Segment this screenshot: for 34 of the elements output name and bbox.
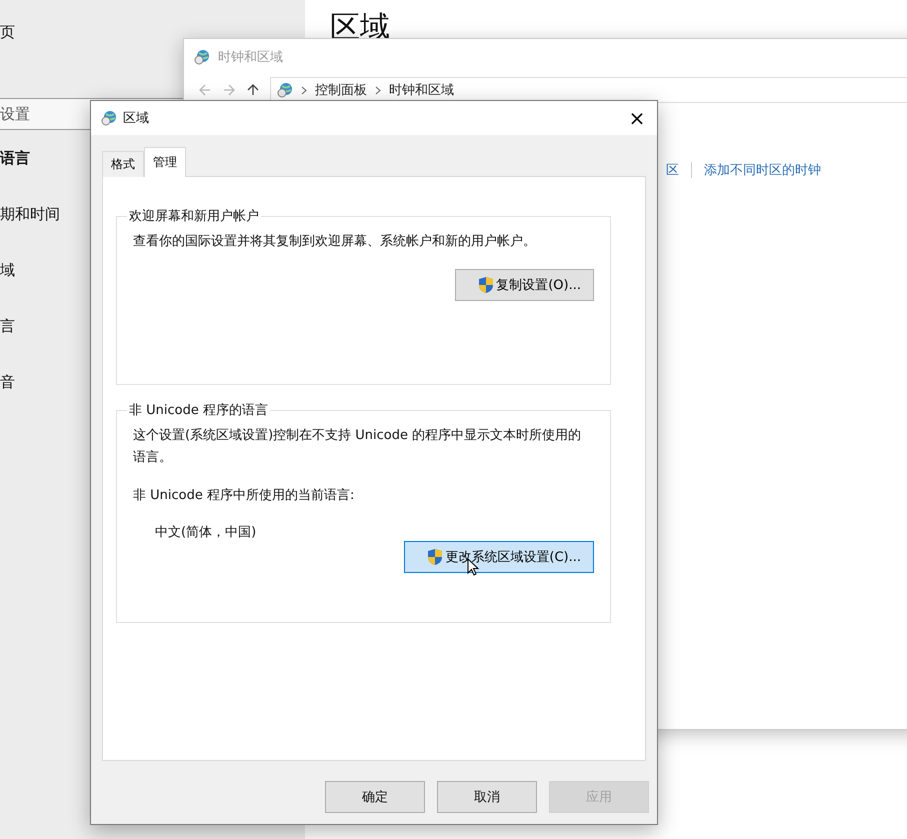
nav-item[interactable]: 期和时间 [0,202,60,226]
home-nav-item[interactable]: 页 [0,20,15,44]
back-arrow-icon[interactable] [198,83,212,97]
nav-item[interactable]: 言 [0,314,15,338]
breadcrumb-item[interactable]: 控制面板 [315,81,367,99]
settings-button[interactable]: 复制设置(O)... [455,269,594,301]
task-link[interactable]: 区 [666,161,679,179]
nav-item[interactable]: 域 [0,258,15,282]
dialog-title: 区域 [123,110,150,127]
tab[interactable]: 格式 [102,151,144,177]
close-button[interactable]: × [617,101,657,135]
description-text: 这个设置(系统区域设置)控制在不支持 Unicode 的程序中显示文本时所使用的语言。 [133,427,582,467]
section-heading: 语言 [0,148,30,169]
chevron-icon [301,86,307,94]
tab[interactable]: 管理 [144,147,186,177]
nav-item[interactable]: 音 [0,370,15,394]
globe-clock-icon [194,49,210,65]
forward-arrow-icon[interactable] [222,83,236,97]
task-link[interactable]: 添加不同时区的时钟 [704,161,821,179]
shield-icon [478,276,494,294]
chevron-icon [375,86,381,94]
globe-clock-icon [101,110,117,126]
dialog-button[interactable]: 确定 [325,781,425,813]
up-arrow-icon[interactable] [246,83,260,97]
description-text: 非 Unicode 程序中所使用的当前语言: [133,487,356,505]
globe-clock-icon [277,82,293,98]
breadcrumb-item[interactable]: 时钟和区域 [389,81,454,99]
shield-icon [427,548,444,566]
dialog-button[interactable]: 取消 [437,781,537,813]
current-language: 中文(简体，中国) [154,524,258,541]
description-text: 查看你的国际设置并将其复制到欢迎屏幕、系统帐户和新的用户帐户。 [133,233,537,251]
group-title: 欢迎屏幕和新用户帐户 [128,208,260,225]
group-title: 非 Unicode 程序的语言 [128,402,269,419]
window-title: 时钟和区域 [218,49,283,66]
